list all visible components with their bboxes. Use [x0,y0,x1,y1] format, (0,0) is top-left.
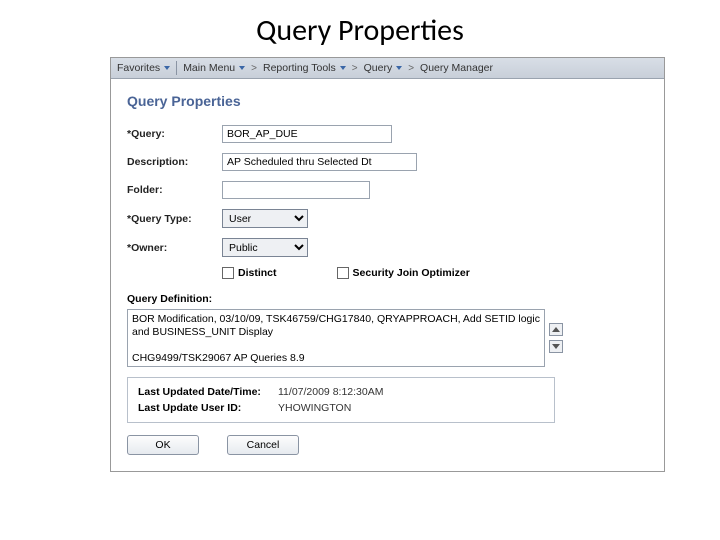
breadcrumb-separator: > [352,63,358,74]
query-input[interactable] [222,125,392,143]
breadcrumb-label: Reporting Tools [263,62,336,74]
meta-value-updated-dt: 11/07/2009 8:12:30AM [278,386,383,398]
breadcrumb-query-manager[interactable]: Query Manager [420,62,493,74]
row-owner: *Owner: Public [127,238,648,257]
label-query-definition: Query Definition: [127,293,648,305]
ok-button[interactable]: OK [127,435,199,455]
breadcrumb-label: Query Manager [420,62,493,74]
owner-select[interactable]: Public [222,238,308,257]
textarea-spinner [549,309,563,367]
chevron-down-icon [239,66,245,70]
chevron-down-icon [396,66,402,70]
description-input[interactable] [222,153,417,171]
query-type-select[interactable]: User [222,209,308,228]
definition-wrap [127,309,648,367]
breadcrumb-favorites[interactable]: Favorites [117,62,170,74]
row-description: Description: [127,153,648,171]
chevron-down-icon [164,66,170,70]
breadcrumb-reporting-tools[interactable]: Reporting Tools [263,62,346,74]
chevron-down-icon [552,344,560,349]
checkbox-row: Distinct Security Join Optimizer [222,267,648,279]
breadcrumb-label: Query [364,62,393,74]
metadata-box: Last Updated Date/Time: 11/07/2009 8:12:… [127,377,555,423]
breadcrumb-divider [176,61,177,75]
meta-label-updated-dt: Last Updated Date/Time: [138,386,278,398]
breadcrumb-label: Main Menu [183,62,235,74]
breadcrumb-query[interactable]: Query [364,62,403,74]
meta-label-updated-user: Last Update User ID: [138,402,278,414]
button-row: OK Cancel [127,435,648,455]
label-query: *Query: [127,128,222,140]
label-description: Description: [127,156,222,168]
cancel-button[interactable]: Cancel [227,435,299,455]
scroll-down-button[interactable] [549,340,563,353]
app-window: Favorites Main Menu > Reporting Tools > … [110,57,665,472]
checkbox-icon [222,267,234,279]
row-folder: Folder: [127,181,648,199]
breadcrumb-main-menu[interactable]: Main Menu [183,62,245,74]
label-folder: Folder: [127,184,222,196]
query-definition-textarea[interactable] [127,309,545,367]
page-title: Query Properties [127,93,648,109]
checkbox-icon [337,267,349,279]
meta-value-updated-user: YHOWINGTON [278,402,351,414]
label-query-type: *Query Type: [127,213,222,225]
chevron-down-icon [340,66,346,70]
chevron-up-icon [552,327,560,332]
row-query: *Query: [127,125,648,143]
meta-row-updated-dt: Last Updated Date/Time: 11/07/2009 8:12:… [138,386,544,398]
breadcrumb-separator: > [251,63,257,74]
breadcrumb-separator: > [408,63,414,74]
content-area: Query Properties *Query: Description: Fo… [111,79,664,471]
folder-input[interactable] [222,181,370,199]
distinct-checkbox-wrap[interactable]: Distinct [222,267,277,279]
distinct-label: Distinct [238,267,277,279]
security-join-checkbox-wrap[interactable]: Security Join Optimizer [337,267,470,279]
breadcrumb: Favorites Main Menu > Reporting Tools > … [111,58,664,79]
meta-row-updated-user: Last Update User ID: YHOWINGTON [138,402,544,414]
breadcrumb-label: Favorites [117,62,160,74]
label-owner: *Owner: [127,242,222,254]
row-query-type: *Query Type: User [127,209,648,228]
slide-title: Query Properties [0,0,720,57]
scroll-up-button[interactable] [549,323,563,336]
security-join-label: Security Join Optimizer [353,267,470,279]
